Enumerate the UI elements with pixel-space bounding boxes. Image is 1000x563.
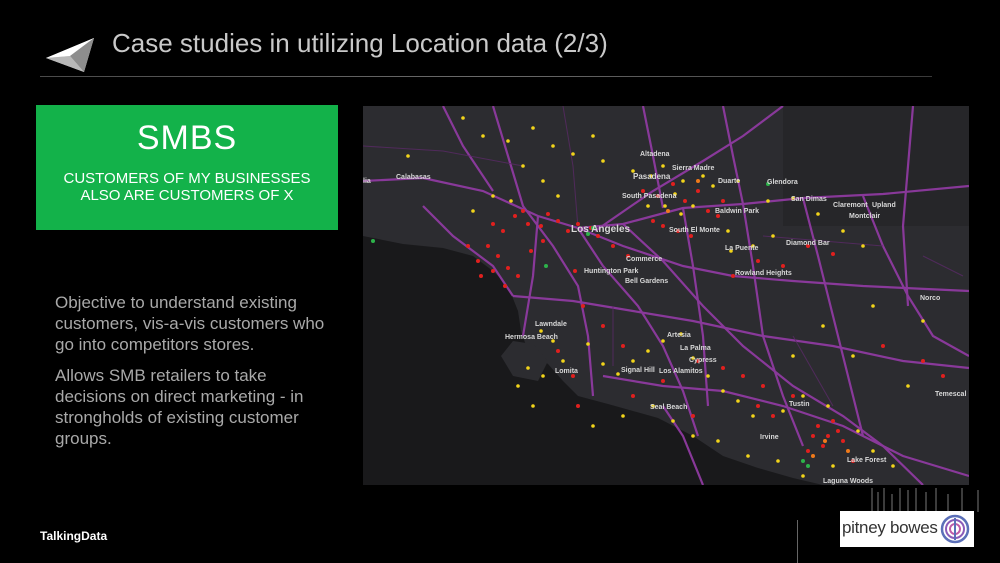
map-label-huntington-park: Huntington Park [584, 268, 639, 275]
smbs-box: SMBS CUSTOMERS OF MY BUSINESSES ALSO ARE… [36, 105, 338, 230]
map-label-laguna-woods: Laguna Woods [823, 478, 874, 485]
location-map: lia Calabasas Altadena Sierra Madre Pasa… [363, 106, 969, 485]
map-label-lake-forest: Lake Forest [847, 457, 887, 464]
smbs-title: SMBS [136, 119, 238, 157]
talkingdata-logo-mark-icon [46, 38, 94, 72]
map-label-montclair: Montclair [849, 213, 881, 220]
decorative-lines [871, 488, 979, 512]
map-label-la-puente: La Puente [725, 245, 759, 252]
map-label-south-el-monte: South El Monte [669, 227, 720, 234]
map-label-glendora: Glendora [767, 179, 798, 186]
map-label-los-alamitos: Los Alamitos [659, 368, 703, 375]
map-label-duarte: Duarte [718, 178, 741, 185]
body-paragraph-objective: Objective to understand existing custome… [55, 293, 325, 354]
smbs-subtitle-line1: CUSTOMERS OF MY BUSINESSES [63, 170, 311, 187]
title-divider [40, 76, 932, 77]
map-label-artesia: Artesia [667, 332, 691, 339]
map-label-lia: lia [363, 178, 371, 185]
slide-title: Case studies in utilizing Location data … [112, 28, 608, 58]
map-label-south-pasadena: South Pasadena [622, 193, 677, 200]
body-text: Objective to understand existing custome… [55, 292, 335, 459]
pitney-bowes-logo-text: pitney bowes [842, 518, 938, 537]
map-label-signal-hill: Signal Hill [621, 367, 655, 374]
smbs-subtitle: CUSTOMERS OF MY BUSINESSES ALSO ARE CUST… [36, 170, 338, 204]
map-label-lomita: Lomita [555, 368, 578, 375]
body-paragraph-allows: Allows SMB retailers to take decisions o… [55, 366, 304, 448]
map-label-calabasas: Calabasas [396, 174, 431, 181]
pitney-bowes-icon [940, 514, 970, 544]
map-label-commerce: Commerce [626, 256, 663, 263]
map-label-norco: Norco [920, 295, 941, 302]
pitney-bowes-logo: pitney bowes [840, 511, 974, 547]
map-label-rowland-heights: Rowland Heights [735, 270, 792, 277]
smbs-subtitle-line2: ALSO ARE CUSTOMERS OF X [80, 187, 294, 204]
map-label-claremont: Claremont [833, 202, 868, 209]
map-label-baldwin-park: Baldwin Park [715, 208, 759, 215]
map-label-irvine: Irvine [760, 434, 779, 441]
map-label-altadena: Altadena [640, 151, 670, 158]
map-label-bell-gardens: Bell Gardens [625, 278, 669, 285]
map-label-pasadena: Pasadena [633, 172, 671, 181]
map-label-upland: Upland [872, 202, 896, 209]
map-label-san-dimas: San Dimas [791, 196, 827, 203]
map-label-lawndale: Lawndale [535, 321, 567, 328]
map-label-tustin: Tustin [789, 401, 810, 408]
map-label-diamond-bar: Diamond Bar [786, 240, 830, 247]
talkingdata-brand: TalkingData [40, 529, 108, 543]
map-label-los-angeles: Los Angeles [571, 224, 631, 235]
map-label-hermosa-beach: Hermosa Beach [505, 334, 558, 341]
map-label-seal-beach: Seal Beach [650, 404, 688, 411]
map-label-cypress: Cypress [689, 357, 717, 364]
decorative-divider [797, 520, 798, 563]
map-label-sierra-madre: Sierra Madre [672, 165, 715, 172]
map-label-la-palma: La Palma [680, 345, 711, 352]
map-canvas [363, 106, 969, 485]
map-label-temescal: Temescal [935, 391, 967, 398]
